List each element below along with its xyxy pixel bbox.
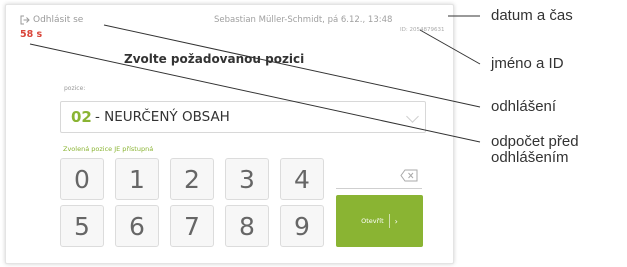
annotation-odpocet-line2: odhlášením	[491, 149, 569, 166]
annotation-datum: datum a čas	[491, 7, 573, 24]
annotation-odhlaseni: odhlášení	[491, 98, 557, 115]
annotation-odpocet: odpočet před odhlášením	[491, 134, 579, 166]
annotation-odpocet-line1: odpočet před	[491, 133, 579, 150]
annotation-jmeno: jméno a ID	[491, 55, 564, 72]
